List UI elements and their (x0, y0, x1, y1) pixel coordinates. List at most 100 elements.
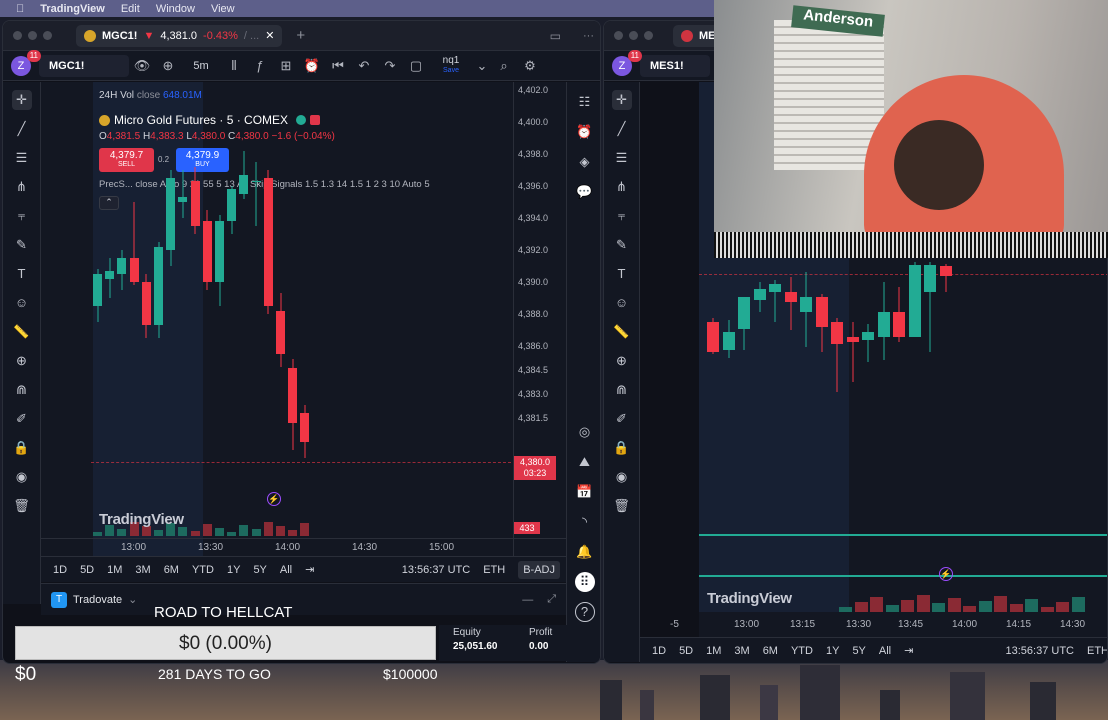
session-eth[interactable]: ETH (483, 564, 505, 576)
lightning-icon[interactable]: ⚡ (939, 567, 953, 581)
chevron-down-icon[interactable]: ⌄ (473, 58, 491, 74)
alarm-clock-icon[interactable]: ⏰ (575, 122, 595, 142)
avatar[interactable]: Z 11 (612, 49, 642, 76)
window-zoom-button[interactable] (644, 31, 653, 40)
trendline-icon[interactable]: ╱ (12, 119, 32, 139)
range-1d[interactable]: 1D (53, 564, 67, 576)
apple-icon[interactable]:  (16, 3, 24, 15)
layout-icon[interactable]: ▭ (550, 29, 561, 43)
fib-icon[interactable]: ⫧ (612, 206, 632, 226)
avatar[interactable]: Z 11 (11, 49, 41, 76)
mountain-icon[interactable]: ⛰ (575, 452, 595, 472)
eye-icon[interactable]: ◉ (612, 467, 632, 487)
lock-icon[interactable]: 🔒 (612, 438, 632, 458)
pencil-lock-icon[interactable]: ✐ (612, 409, 632, 429)
range-6m[interactable]: 6M (763, 645, 778, 657)
range-1m[interactable]: 1M (107, 564, 122, 576)
window-minimize-button[interactable] (28, 31, 37, 40)
trendline-icon[interactable]: ╱ (612, 119, 632, 139)
interval-button[interactable]: 5m (181, 60, 221, 72)
time-axis[interactable]: -5 13:00 13:15 13:30 13:45 14:00 14:15 14:30 (666, 617, 1107, 635)
indicators-icon[interactable]: ƒ (247, 58, 273, 73)
chat-icon[interactable]: 💬 (575, 182, 595, 202)
tab-close-icon[interactable]: ✕ (265, 29, 274, 42)
zoom-icon[interactable]: ⊕ (12, 351, 32, 371)
price-scale[interactable]: 4,402.0 4,400.0 4,398.0 4,396.0 4,394.0 4,392… (513, 82, 566, 556)
text-icon[interactable]: T (612, 264, 632, 284)
trash-icon[interactable]: 🗑 (612, 496, 632, 516)
pitchfork-icon[interactable]: ⋔ (12, 177, 32, 197)
candles-icon[interactable]: ⫴ (221, 58, 247, 74)
watchlist-button[interactable]: nq1 Save (429, 55, 473, 76)
watchlist-icon[interactable]: ☷ (575, 92, 595, 112)
range-ytd[interactable]: YTD (192, 564, 214, 576)
minimize-panel-icon[interactable]: — (522, 594, 533, 606)
range-5y[interactable]: 5Y (852, 645, 865, 657)
ruler-icon[interactable]: 📏 (12, 322, 32, 342)
range-all[interactable]: All (280, 564, 292, 576)
crosshair-icon[interactable]: ✛ (611, 90, 632, 110)
broker-chevron-icon[interactable]: ⌄ (128, 593, 137, 606)
emoji-icon[interactable]: ☺ (612, 293, 632, 313)
gear-icon[interactable]: ⚙ (517, 58, 543, 74)
goto-date-icon[interactable]: ⇥ (904, 644, 913, 657)
redo-icon[interactable]: ↷ (377, 58, 403, 74)
alert-icon[interactable]: ⏰ (299, 58, 325, 74)
range-3m[interactable]: 3M (135, 564, 150, 576)
grid-apps-icon[interactable]: ⠿ (574, 572, 595, 592)
range-3m[interactable]: 3M (734, 645, 749, 657)
broker-name[interactable]: Tradovate (73, 594, 122, 606)
menu-app-name[interactable]: TradingView (40, 3, 105, 15)
range-1m[interactable]: 1M (706, 645, 721, 657)
maximize-panel-icon[interactable]: ⤢ (547, 593, 556, 606)
menu-window[interactable]: Window (156, 3, 195, 15)
hlines-icon[interactable]: ☰ (612, 148, 632, 168)
new-tab-icon[interactable]: + (296, 27, 305, 44)
goto-date-icon[interactable]: ⇥ (305, 563, 314, 576)
symbol-search[interactable]: MES1! (640, 54, 710, 77)
chart-pane[interactable]: 24H Vol close 648.01M Micro Gold Futures… (41, 82, 566, 556)
menu-edit[interactable]: Edit (121, 3, 140, 15)
ruler-icon[interactable]: 📏 (612, 322, 632, 342)
range-1y[interactable]: 1Y (227, 564, 240, 576)
compare-icon[interactable]: 👁 (129, 58, 155, 74)
templates-icon[interactable]: ⊞ (273, 58, 299, 74)
badj-button[interactable]: B-ADJ (518, 560, 560, 579)
range-1y[interactable]: 1Y (826, 645, 839, 657)
range-5y[interactable]: 5Y (253, 564, 266, 576)
calendar-icon[interactable]: 📅 (575, 482, 595, 502)
add-symbol-icon[interactable]: ⊕ (155, 58, 181, 74)
symbol-search[interactable]: MGC1! (39, 54, 129, 77)
window-close-button[interactable] (13, 31, 22, 40)
layers-icon[interactable]: ◈ (575, 152, 595, 172)
range-5d[interactable]: 5D (679, 645, 693, 657)
range-all[interactable]: All (879, 645, 891, 657)
zoom-icon[interactable]: ⊕ (612, 351, 632, 371)
range-6m[interactable]: 6M (164, 564, 179, 576)
text-icon[interactable]: T (12, 264, 32, 284)
fib-icon[interactable]: ⫧ (12, 206, 32, 226)
menu-view[interactable]: View (211, 3, 235, 15)
range-1d[interactable]: 1D (652, 645, 666, 657)
hlines-icon[interactable]: ☰ (12, 148, 32, 168)
utc-clock[interactable]: 13:56:37 UTC (402, 564, 470, 576)
search-icon[interactable]: ⌕ (491, 58, 517, 74)
window-minimize-button[interactable] (629, 31, 638, 40)
chart-tab[interactable]: MGC1! ▼ 4,381.0 -0.43% / ... ✕ (76, 24, 283, 47)
crosshair-icon[interactable]: ✛ (11, 90, 32, 110)
layout-square-icon[interactable]: ▢ (403, 58, 429, 74)
target-icon[interactable]: ◎ (575, 422, 595, 442)
undo-icon[interactable]: ↶ (351, 58, 377, 74)
magnet-icon[interactable]: ⋒ (612, 380, 632, 400)
lightning-icon[interactable]: ⚡ (267, 492, 281, 506)
lock-icon[interactable]: 🔒 (12, 438, 32, 458)
brush-icon[interactable]: ✎ (612, 235, 632, 255)
magnet-icon[interactable]: ⋒ (12, 380, 32, 400)
help-icon[interactable]: ? (574, 602, 595, 622)
pencil-lock-icon[interactable]: ✐ (12, 409, 32, 429)
brush-icon[interactable]: ✎ (12, 235, 32, 255)
pitchfork-icon[interactable]: ⋔ (612, 177, 632, 197)
utc-clock[interactable]: 13:56:37 UTC (1006, 645, 1074, 657)
session-eth[interactable]: ETH (1087, 645, 1107, 657)
more-icon[interactable]: ··· (583, 30, 594, 42)
